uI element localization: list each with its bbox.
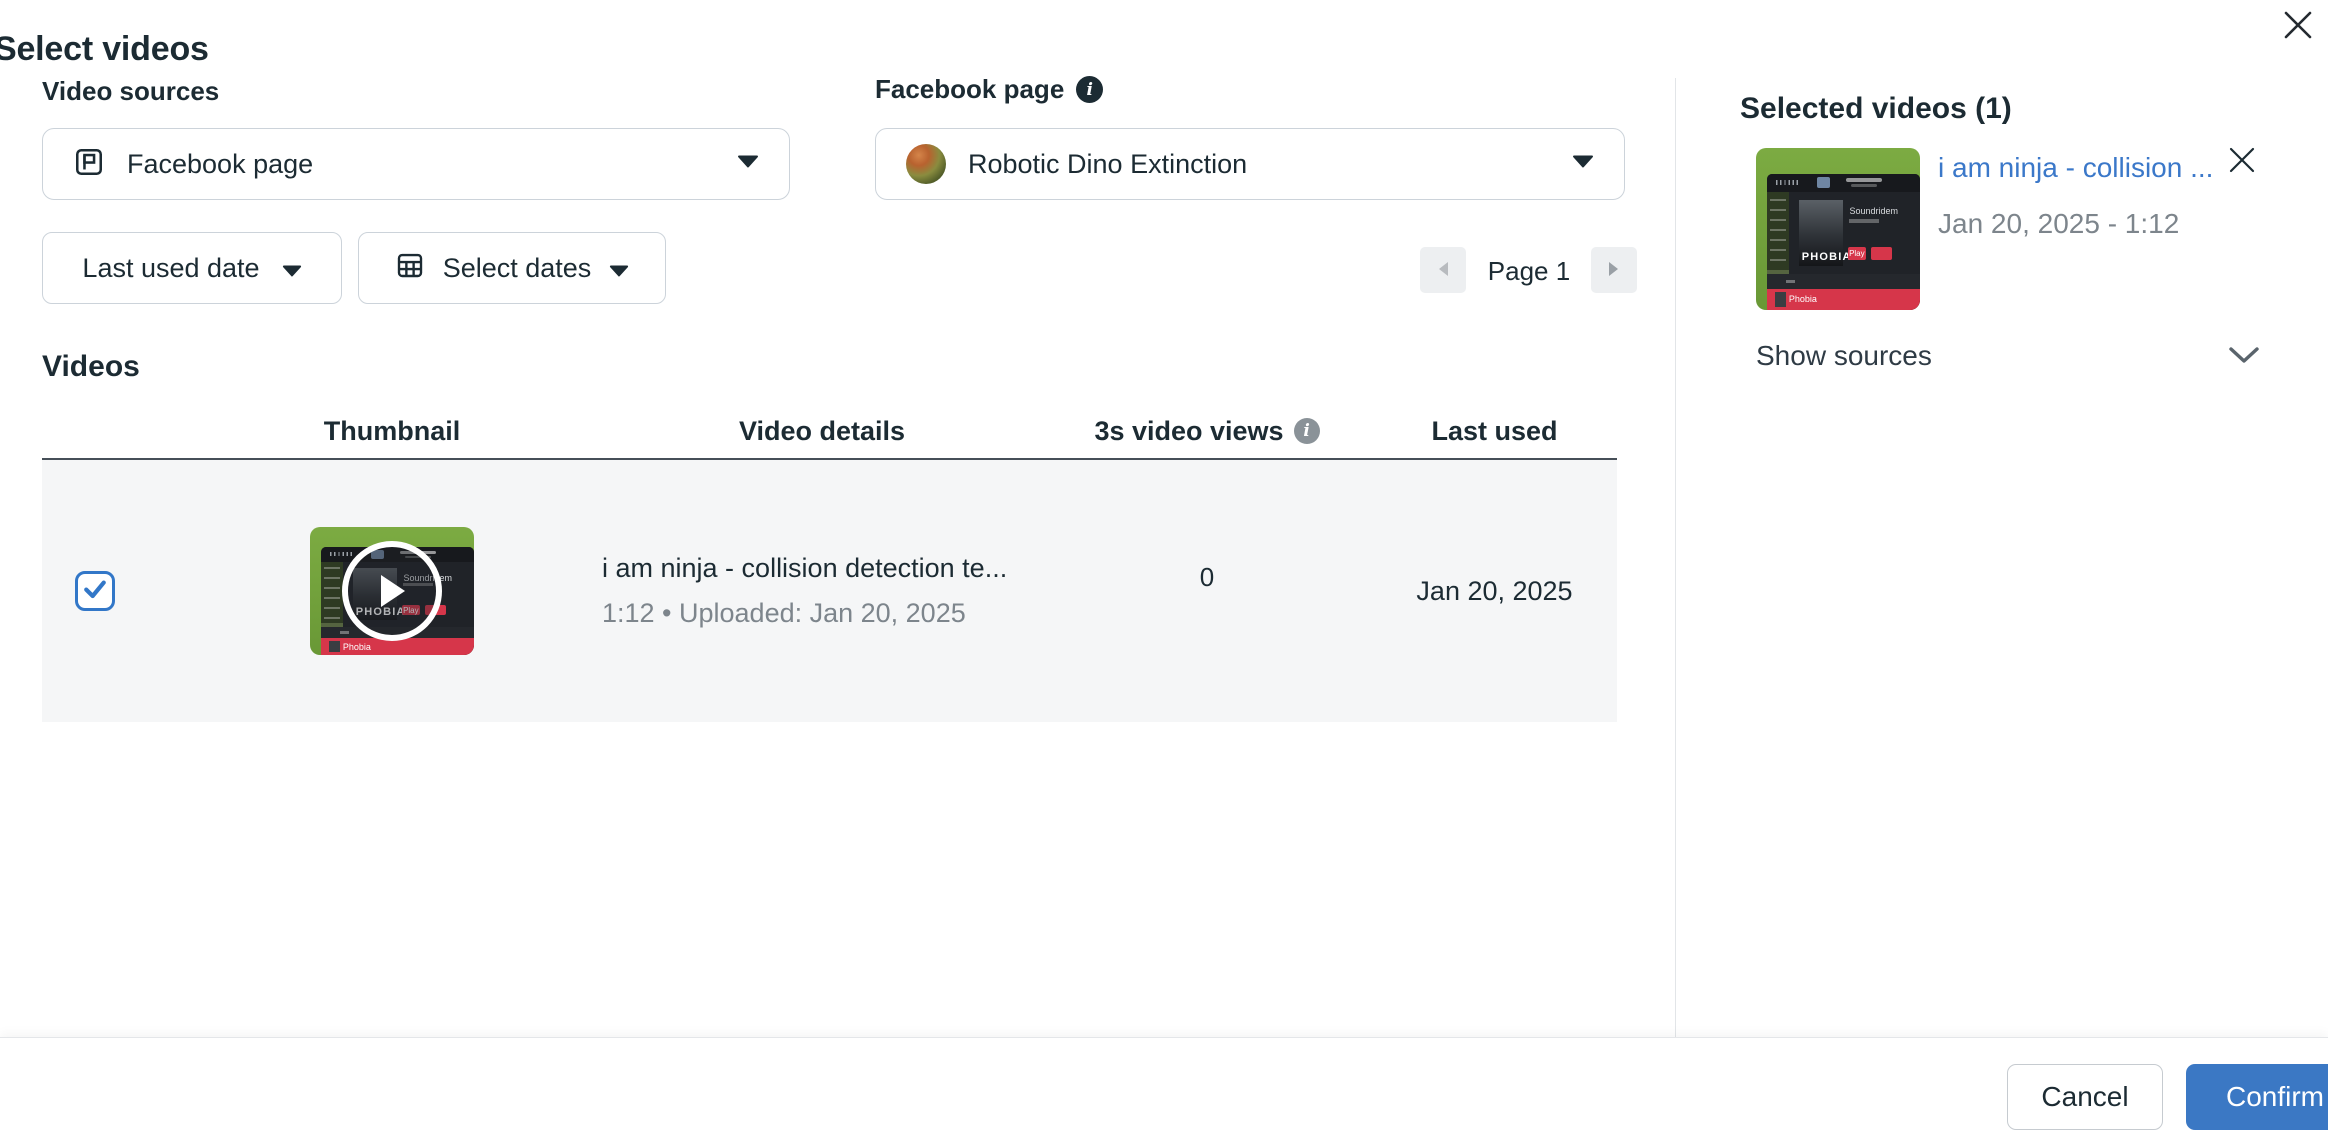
caret-down-icon (609, 253, 629, 284)
thumb-play-button: Play (1848, 247, 1866, 260)
page-avatar (906, 144, 946, 184)
views-column-header: 3s video views i (1042, 416, 1372, 447)
thumbnail-column-header: Thumbnail (182, 416, 602, 447)
video-meta: 1:12 • Uploaded: Jan 20, 2025 (602, 598, 1042, 629)
videos-heading: Videos (42, 350, 140, 384)
footer-bar: Cancel Confirm (0, 1037, 2328, 1141)
thumb-track-title: Phobia (1789, 294, 1817, 304)
thumb-track-title: Phobia (343, 642, 371, 652)
date-range-button[interactable]: Select dates (358, 232, 666, 304)
video-last-used: Jan 20, 2025 (1372, 576, 1617, 607)
video-views: 0 (1042, 562, 1372, 593)
close-icon (2280, 7, 2316, 46)
date-range-label: Select dates (443, 253, 592, 284)
arrow-left-icon (1435, 260, 1451, 281)
details-column-header: Video details (602, 416, 1042, 447)
selected-videos-panel: Selected videos (1) PHOBIA Soundridem Pl… (1675, 78, 2328, 1037)
table-header-row: Thumbnail Video details 3s video views i… (42, 404, 1617, 460)
info-icon[interactable]: i (1294, 418, 1320, 444)
sort-label: Last used date (82, 253, 259, 284)
thumb-album-title: PHOBIA (1802, 251, 1852, 263)
chevron-down-icon (2228, 346, 2260, 370)
caret-down-icon (1572, 155, 1594, 173)
page-title: Select videos (0, 23, 209, 75)
lastused-column-header: Last used (1372, 416, 1617, 447)
cancel-button[interactable]: Cancel (2007, 1064, 2163, 1130)
confirm-button[interactable]: Confirm (2186, 1064, 2328, 1130)
remove-icon (2226, 164, 2258, 179)
video-title: i am ninja - collision detection te... (602, 553, 1042, 584)
table-row[interactable]: PHOBIA Soundridem Play Phobia i am ninja… (42, 460, 1617, 722)
calendar-icon (395, 250, 425, 287)
show-sources-label: Show sources (1756, 340, 1932, 372)
videos-table: Thumbnail Video details 3s video views i… (42, 404, 1617, 722)
arrow-right-icon (1606, 260, 1622, 281)
caret-down-icon (282, 253, 302, 284)
video-sources-value: Facebook page (127, 149, 313, 180)
remove-selected-button[interactable] (2226, 144, 2258, 179)
video-sources-label: Video sources (42, 76, 219, 107)
facebook-page-dropdown[interactable]: Robotic Dino Extinction (875, 128, 1625, 200)
video-sources-dropdown[interactable]: Facebook page (42, 128, 790, 200)
selected-video-meta: Jan 20, 2025 - 1:12 (1938, 208, 2179, 240)
check-icon (81, 575, 109, 608)
row-checkbox[interactable] (75, 571, 115, 611)
page-indicator: Page 1 (1467, 256, 1591, 287)
facebook-page-label: Facebook page (875, 74, 1064, 105)
next-page-button[interactable] (1591, 247, 1637, 293)
caret-down-icon (737, 155, 759, 173)
selected-videos-heading: Selected videos (1) (1740, 92, 2012, 126)
sort-dropdown-button[interactable]: Last used date (42, 232, 342, 304)
facebook-page-value: Robotic Dino Extinction (968, 149, 1247, 180)
page-flag-icon (73, 146, 105, 183)
selected-video-thumbnail: PHOBIA Soundridem Play Phobia (1756, 148, 1920, 310)
selected-video-link[interactable]: i am ninja - collision ... (1938, 152, 2224, 184)
prev-page-button[interactable] (1420, 247, 1466, 293)
close-button[interactable] (2268, 0, 2328, 56)
info-icon[interactable]: i (1076, 76, 1103, 103)
play-overlay-icon[interactable] (342, 541, 442, 641)
video-thumbnail[interactable]: PHOBIA Soundridem Play Phobia (310, 527, 474, 655)
thumb-playlist-title: Soundridem (1849, 206, 1898, 216)
